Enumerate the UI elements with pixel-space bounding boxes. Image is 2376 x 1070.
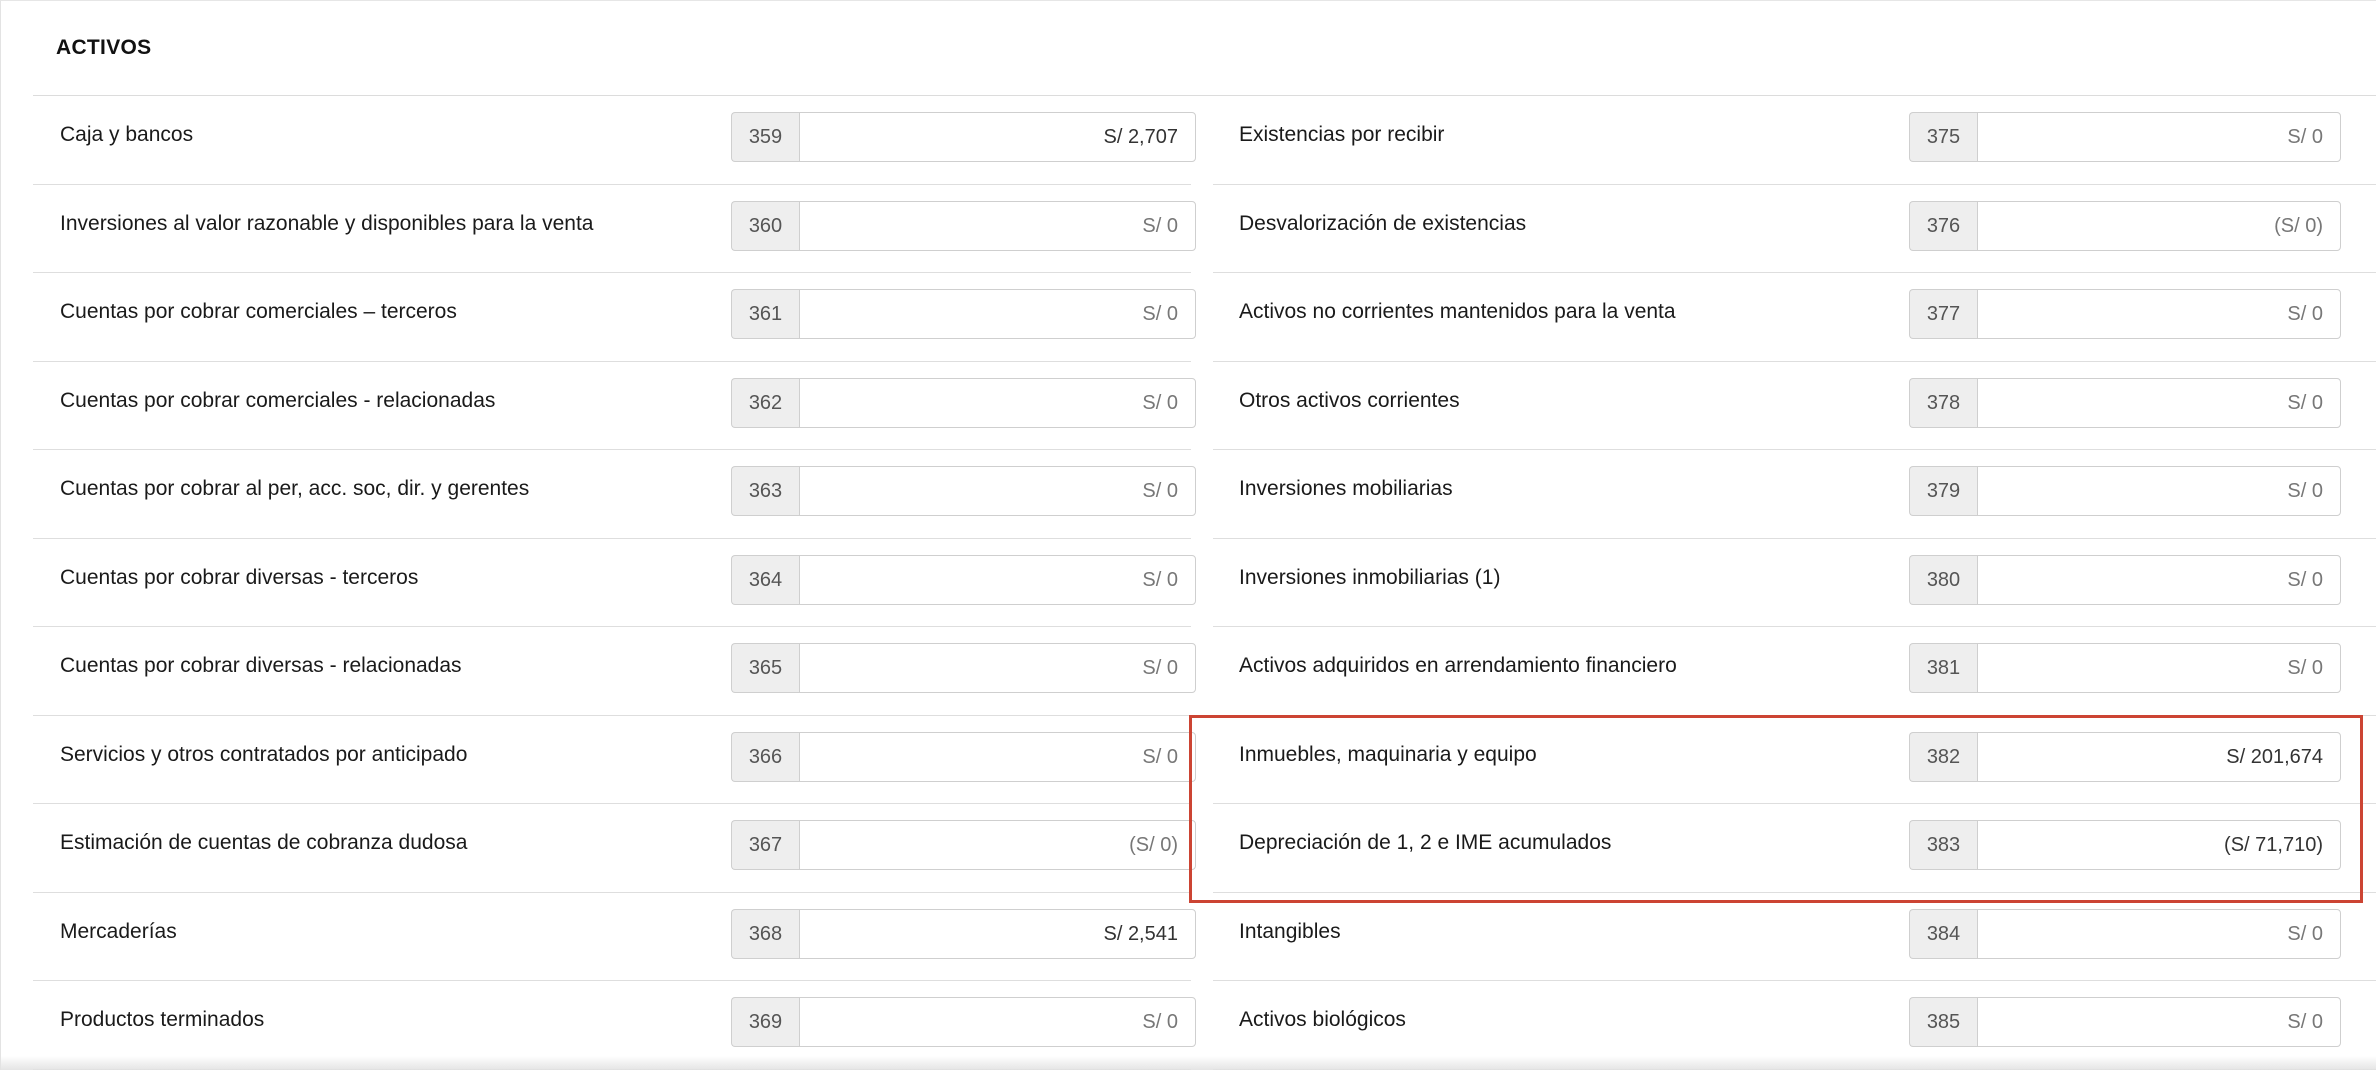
field-code-addon: 367 — [731, 820, 799, 870]
form-row: Cuentas por cobrar comerciales - relacio… — [33, 362, 1196, 450]
form-row: Cuentas por cobrar diversas - relacionad… — [33, 627, 1196, 716]
right-column: Existencias por recibir 375 S/ 0 Desvaloriz… — [1213, 96, 2376, 1070]
form-row: Depreciación de 1, 2 e IME acumulados 383… — [1213, 804, 2376, 893]
field-code-addon: 366 — [731, 731, 799, 782]
field-code-addon: 361 — [731, 289, 799, 339]
form-row: Inversiones inmobiliarias (1) 380 S/ 0 — [1213, 539, 2376, 627]
field-label: Otros activos corrientes — [1239, 388, 1460, 412]
form-row: Inmuebles, maquinaria y equipo 382 S/ 201,… — [1213, 716, 2376, 804]
form-row: Productos terminados 369 S/ 0 — [33, 981, 1196, 1070]
form-row: Desvalorización de existencias 376 (S/ 0) — [1213, 185, 2376, 273]
form-row: Inversiones al valor razonable y disponi… — [33, 185, 1196, 273]
field-code-addon: 379 — [1909, 466, 1977, 516]
amount-input[interactable]: S/ 0 — [1977, 112, 2341, 162]
field-code-addon: 384 — [1909, 908, 1977, 959]
amount-input[interactable]: S/ 201,674 — [1977, 731, 2341, 782]
form-row: Activos no corrientes mantenidos para la… — [1213, 273, 2376, 362]
form-row: Servicios y otros contratados por antici… — [33, 716, 1196, 804]
form-row: Cuentas por cobrar diversas - terceros 36… — [33, 539, 1196, 627]
field-label: Inversiones mobiliarias — [1239, 477, 1453, 500]
field-label: Desvalorización de existencias — [1239, 211, 1527, 235]
field-label: Cuentas por cobrar comerciales – tercero… — [60, 300, 457, 323]
field-code-addon: 383 — [1909, 820, 1977, 870]
field-label: Inmuebles, maquinaria y equipo — [1239, 742, 1537, 766]
field-label: Activos biológicos — [1239, 1008, 1406, 1031]
amount-input[interactable]: S/ 0 — [1977, 466, 2341, 516]
amount-input[interactable]: (S/ 0) — [1977, 200, 2341, 251]
field-label: Cuentas por cobrar diversas - relacionad… — [60, 654, 462, 677]
amount-input[interactable]: S/ 0 — [799, 377, 1196, 428]
amount-input[interactable]: S/ 0 — [799, 997, 1196, 1047]
field-label: Mercaderías — [60, 919, 177, 943]
field-code-addon: 376 — [1909, 200, 1977, 251]
amount-input[interactable]: S/ 0 — [799, 643, 1196, 693]
form-row: Estimación de cuentas de cobranza dudosa… — [33, 804, 1196, 893]
field-code-addon: 365 — [731, 643, 799, 693]
field-label: Intangibles — [1239, 919, 1341, 943]
amount-input[interactable]: S/ 0 — [799, 200, 1196, 251]
field-code-addon: 360 — [731, 200, 799, 251]
amount-input[interactable]: S/ 2,541 — [799, 908, 1196, 959]
assets-panel: ACTIVOS Caja y bancos 359 S/ 2,707 Inversio… — [0, 0, 2376, 1070]
field-code-addon: 377 — [1909, 289, 1977, 339]
field-label: Inversiones al valor razonable y disponi… — [60, 211, 594, 235]
form-row: Intangibles 384 S/ 0 — [1213, 893, 2376, 981]
form-row: Otros activos corrientes 378 S/ 0 — [1213, 362, 2376, 450]
field-label: Activos adquiridos en arrendamiento fina… — [1239, 654, 1677, 677]
amount-input[interactable]: (S/ 71,710) — [1977, 820, 2341, 870]
field-label: Estimación de cuentas de cobranza dudosa — [60, 831, 468, 854]
field-code-addon: 369 — [731, 997, 799, 1047]
amount-input[interactable]: S/ 0 — [1977, 643, 2341, 693]
field-code-addon: 375 — [1909, 112, 1977, 162]
field-code-addon: 359 — [731, 112, 799, 162]
amount-input[interactable]: S/ 0 — [799, 731, 1196, 782]
field-label: Depreciación de 1, 2 e IME acumulados — [1239, 831, 1612, 854]
amount-input[interactable]: S/ 2,707 — [799, 112, 1196, 162]
field-label: Cuentas por cobrar comerciales - relacio… — [60, 388, 496, 412]
form-row: Cuentas por cobrar al per, acc. soc, dir… — [33, 450, 1196, 539]
field-label: Inversiones inmobiliarias (1) — [1239, 565, 1501, 589]
amount-input[interactable]: S/ 0 — [799, 289, 1196, 339]
field-label: Servicios y otros contratados por antici… — [60, 742, 468, 766]
form-row: Caja y bancos 359 S/ 2,707 — [33, 96, 1196, 185]
amount-input[interactable]: S/ 0 — [1977, 908, 2341, 959]
amount-input[interactable]: S/ 0 — [1977, 377, 2341, 428]
field-code-addon: 378 — [1909, 377, 1977, 428]
field-code-addon: 381 — [1909, 643, 1977, 693]
field-code-addon: 385 — [1909, 997, 1977, 1047]
field-label: Productos terminados — [60, 1008, 265, 1031]
form-row: Activos biológicos 385 S/ 0 — [1213, 981, 2376, 1070]
field-code-addon: 364 — [731, 554, 799, 605]
left-column: Caja y bancos 359 S/ 2,707 Inversiones al v… — [33, 96, 1196, 1070]
form-row: Cuentas por cobrar comerciales – tercero… — [33, 273, 1196, 362]
field-code-addon: 368 — [731, 908, 799, 959]
field-label: Cuentas por cobrar diversas - terceros — [60, 565, 419, 589]
form-row: Inversiones mobiliarias 379 S/ 0 — [1213, 450, 2376, 539]
amount-input[interactable]: S/ 0 — [1977, 554, 2341, 605]
form-row: Existencias por recibir 375 S/ 0 — [1213, 96, 2376, 185]
field-label: Activos no corrientes mantenidos para la… — [1239, 300, 1676, 323]
section-title: ACTIVOS — [56, 36, 152, 59]
field-code-addon: 363 — [731, 466, 799, 516]
field-label: Existencias por recibir — [1239, 123, 1445, 146]
field-label: Cuentas por cobrar al per, acc. soc, dir… — [60, 477, 530, 500]
amount-input[interactable]: S/ 0 — [799, 466, 1196, 516]
field-label: Caja y bancos — [60, 123, 194, 146]
amount-input[interactable]: (S/ 0) — [799, 820, 1196, 870]
form-row: Mercaderías 368 S/ 2,541 — [33, 893, 1196, 981]
amount-input[interactable]: S/ 0 — [1977, 997, 2341, 1047]
form-row: Activos adquiridos en arrendamiento fina… — [1213, 627, 2376, 716]
field-code-addon: 362 — [731, 377, 799, 428]
field-code-addon: 380 — [1909, 554, 1977, 605]
amount-input[interactable]: S/ 0 — [1977, 289, 2341, 339]
amount-input[interactable]: S/ 0 — [799, 554, 1196, 605]
field-code-addon: 382 — [1909, 731, 1977, 782]
